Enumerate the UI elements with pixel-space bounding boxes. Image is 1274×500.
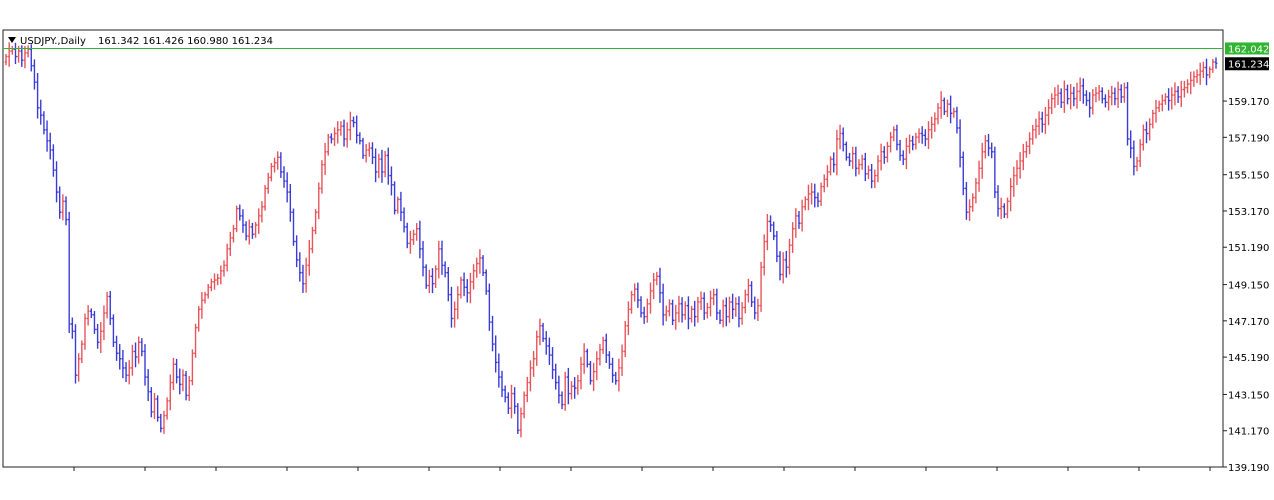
price-tick-label: 149.150 bbox=[1228, 281, 1269, 292]
price-tick-label: 147.170 bbox=[1228, 317, 1269, 328]
symbol-label: USDJPY.,Daily bbox=[20, 36, 86, 47]
price-tick-label: 141.170 bbox=[1228, 427, 1269, 438]
ohlc-values: 161.342 161.426 160.980 161.234 bbox=[98, 36, 273, 47]
chart-header: USDJPY.,Daily 161.342 161.426 160.980 16… bbox=[8, 36, 273, 47]
price-tick-label: 157.190 bbox=[1228, 133, 1269, 144]
price-tick-label: 153.170 bbox=[1228, 207, 1269, 218]
level-price-label: 162.042 bbox=[1228, 44, 1269, 55]
price-chart: 159.170 157.190 155.150 153.170 151.190 149.1… bbox=[2, 29, 1269, 474]
last-price-label: 161.234 bbox=[1228, 59, 1269, 70]
price-tick-label: 143.150 bbox=[1228, 390, 1269, 401]
price-tick-label: 151.190 bbox=[1228, 243, 1269, 254]
price-tick-label: 139.190 bbox=[1228, 463, 1269, 474]
price-axis: 159.170 157.190 155.150 153.170 151.190 149.1… bbox=[1223, 97, 1269, 474]
time-axis-ticks bbox=[73, 467, 1211, 471]
price-tick-label: 155.150 bbox=[1228, 171, 1269, 182]
price-tick-label: 145.190 bbox=[1228, 353, 1269, 364]
plot-frame bbox=[2, 29, 1224, 468]
price-tick-label: 159.170 bbox=[1228, 97, 1269, 108]
